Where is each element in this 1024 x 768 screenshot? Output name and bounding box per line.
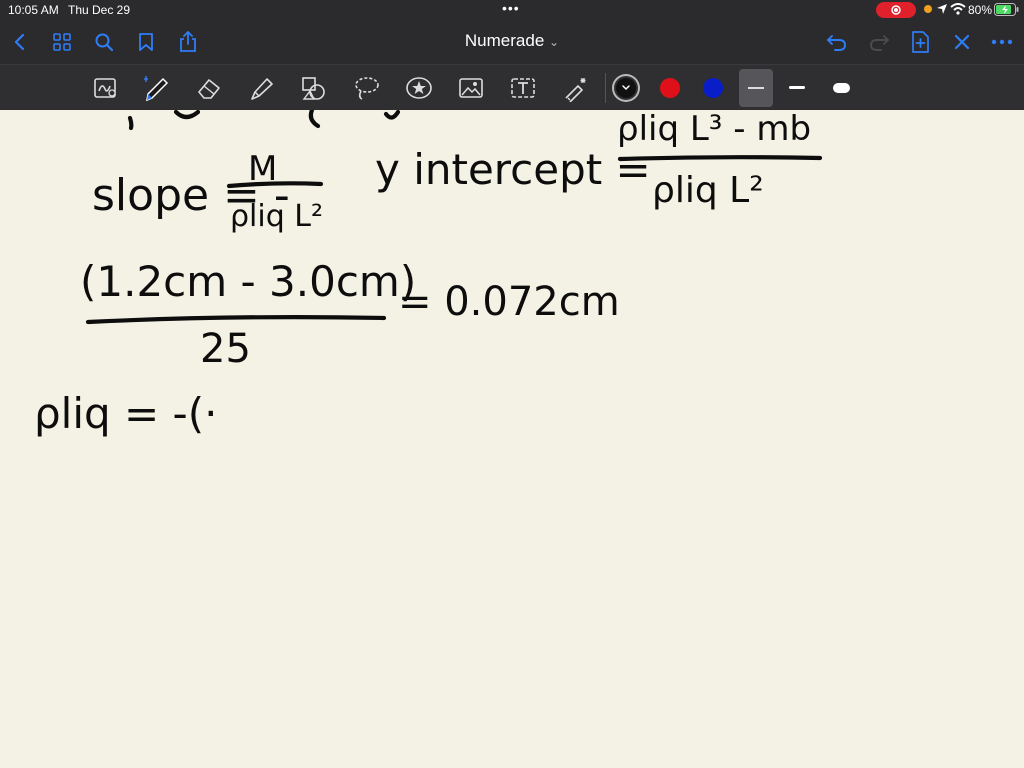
- color-swatch-blue[interactable]: [703, 78, 723, 98]
- add-page-icon[interactable]: [906, 28, 934, 56]
- sticker-icon[interactable]: [403, 72, 435, 104]
- ink-fragment: [383, 110, 401, 120]
- multitasking-dots-icon[interactable]: •••: [502, 0, 520, 16]
- document-title-button[interactable]: Numerade ⌄: [465, 31, 559, 50]
- stroke-thick-preview: [833, 83, 850, 93]
- fraction-denominator: 25: [200, 326, 251, 372]
- pen-tool-icon[interactable]: [141, 72, 173, 104]
- wifi-icon: [950, 3, 966, 18]
- mic-indicator-icon: [924, 5, 932, 13]
- location-icon: [936, 3, 948, 18]
- yintercept-label: y intercept =: [375, 145, 651, 194]
- status-date: Thu Dec 29: [68, 3, 131, 17]
- stroke-width-thin-button[interactable]: [739, 69, 773, 107]
- battery-icon: [994, 3, 1020, 19]
- bookmark-icon[interactable]: [132, 28, 160, 56]
- stroke-width-thick-button[interactable]: [824, 73, 858, 103]
- toolbar-divider: [605, 73, 606, 103]
- drawing-toolbar: [0, 64, 1024, 111]
- color-swatch-red[interactable]: [660, 78, 680, 98]
- chevron-down-icon: ⌄: [549, 35, 560, 49]
- redo-icon[interactable]: [865, 28, 893, 56]
- yintercept-denominator: ρliq L²: [652, 170, 764, 211]
- share-icon[interactable]: [174, 28, 202, 56]
- search-icon[interactable]: [90, 28, 118, 56]
- yintercept-fraction-bar: [617, 155, 823, 162]
- more-options-icon[interactable]: [988, 28, 1016, 56]
- stroke-width-medium-button[interactable]: [780, 73, 814, 103]
- shapes-icon[interactable]: [298, 72, 330, 104]
- handwriting-layer: slope = - M ρliq L² y intercept = ρliq L…: [34, 110, 823, 438]
- document-title-text: Numerade: [464, 31, 545, 50]
- fraction-numerator: (1.2cm - 3.0cm): [80, 257, 416, 306]
- lasso-icon[interactable]: [351, 72, 383, 104]
- status-time: 10:05 AM: [8, 3, 59, 17]
- yintercept-numerator: ρliq L³ - mb: [617, 110, 811, 149]
- rho-liq-line: ρliq = -(·: [34, 389, 217, 438]
- lasso-zoom-icon[interactable]: [90, 72, 122, 104]
- battery-percent: 80%: [968, 3, 993, 17]
- close-icon[interactable]: [948, 28, 976, 56]
- fraction-bar: [85, 315, 387, 325]
- status-bar: 10:05 AM Thu Dec 29 ••• 80%: [0, 0, 1024, 20]
- stroke-medium-preview: [789, 86, 805, 89]
- highlighter-icon[interactable]: [246, 72, 278, 104]
- color-swatch-black[interactable]: [616, 78, 636, 98]
- back-icon[interactable]: [6, 28, 34, 56]
- app-chrome: 10:05 AM Thu Dec 29 ••• 80% Numerade ⌄: [0, 0, 1024, 111]
- ink-fragment: [173, 110, 201, 120]
- image-icon[interactable]: [455, 72, 487, 104]
- stroke-thin-preview: [748, 87, 764, 89]
- text-box-icon[interactable]: [507, 72, 539, 104]
- slope-fraction-bar: [226, 181, 324, 189]
- slope-denominator: ρliq L²: [230, 199, 323, 234]
- ink-fragment: [308, 110, 321, 129]
- screen-recording-icon[interactable]: [876, 2, 916, 18]
- undo-icon[interactable]: [823, 28, 851, 56]
- fraction-result: = 0.072cm: [398, 279, 620, 325]
- nav-bar: Numerade ⌄: [0, 20, 1024, 64]
- eraser-icon[interactable]: [193, 72, 225, 104]
- thumbnails-grid-icon[interactable]: [48, 28, 76, 56]
- laser-pointer-icon[interactable]: [560, 72, 592, 104]
- ink-fragment: [127, 115, 134, 131]
- note-canvas[interactable]: slope = - M ρliq L² y intercept = ρliq L…: [0, 110, 1024, 768]
